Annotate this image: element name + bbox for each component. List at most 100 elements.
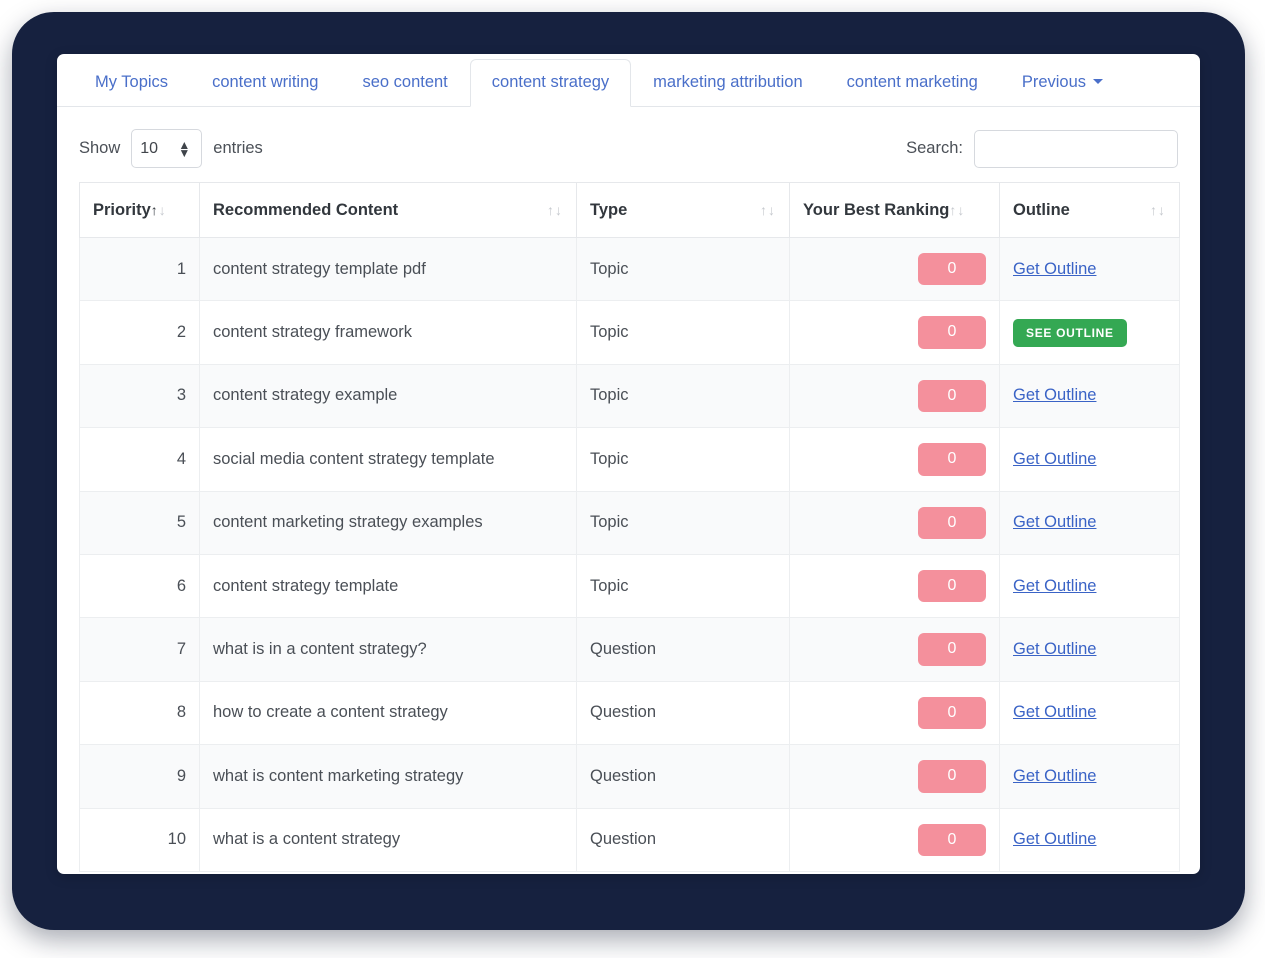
table-row: 2 content strategy framework Topic 0 SEE OUT… xyxy=(79,300,1180,365)
cell-priority: 6 xyxy=(79,553,200,619)
device-frame: My Topics content writing seo content conte… xyxy=(12,12,1245,930)
ranking-badge: 0 xyxy=(918,506,986,539)
col-header-outline[interactable]: Outline ↑↓ xyxy=(999,182,1180,238)
search-input[interactable] xyxy=(974,129,1178,168)
cell-your-best-ranking: 0 xyxy=(789,300,1000,365)
see-outline-button[interactable]: SEE OUTLINE xyxy=(1013,318,1127,347)
cell-type: Question xyxy=(576,744,790,809)
get-outline-link[interactable]: Get Outline xyxy=(1013,640,1096,658)
table-body: 1 content strategy template pdf Topic 0 Get … xyxy=(79,236,1180,872)
tab-label: marketing attribution xyxy=(653,72,803,91)
chevron-down-icon xyxy=(1093,79,1104,84)
tab-label: My Topics xyxy=(95,72,169,91)
topic-tab-bar: My Topics content writing seo content conte… xyxy=(57,54,1200,107)
col-header-label: Your Best Ranking xyxy=(803,200,950,219)
cell-priority: 4 xyxy=(79,427,200,492)
get-outline-link[interactable]: Get Outline xyxy=(1013,830,1096,848)
cell-your-best-ranking: 0 xyxy=(789,680,1000,746)
table-row: 5 content marketing strategy examples Topi… xyxy=(79,490,1180,555)
cell-outline: Get Outline xyxy=(999,680,1180,746)
cell-priority: 10 xyxy=(79,807,200,872)
tab-label: content marketing xyxy=(846,72,978,91)
cell-recommended-content: content strategy template pdf xyxy=(199,236,577,302)
table-row: 8 how to create a content strategy Questio… xyxy=(79,680,1180,746)
cell-priority: 2 xyxy=(79,300,200,365)
cell-priority: 1 xyxy=(79,236,200,302)
cell-recommended-content: content marketing strategy examples xyxy=(199,490,577,555)
col-header-your-best-ranking[interactable]: Your Best Ranking ↑↓ xyxy=(789,182,1000,238)
get-outline-link[interactable]: Get Outline xyxy=(1013,450,1096,468)
ranking-badge: 0 xyxy=(918,569,986,603)
sort-arrows-icon[interactable]: ↑↓ xyxy=(151,202,167,218)
tab-label: content writing xyxy=(212,72,319,91)
table-row: 6 content strategy template Topic 0 Get Outl… xyxy=(79,553,1180,619)
get-outline-link[interactable]: Get Outline xyxy=(1013,386,1096,404)
app-card: My Topics content writing seo content conte… xyxy=(57,54,1200,874)
get-outline-link[interactable]: Get Outline xyxy=(1013,767,1096,785)
ranking-badge: 0 xyxy=(918,633,986,666)
sort-arrows-icon[interactable]: ↑↓ xyxy=(547,202,563,218)
cell-priority: 9 xyxy=(79,744,200,809)
cell-priority: 7 xyxy=(79,617,200,682)
cell-your-best-ranking: 0 xyxy=(789,807,1000,872)
page-length-select[interactable]: 102550100 xyxy=(131,129,203,168)
tab-seo-content[interactable]: seo content xyxy=(340,59,469,107)
cell-your-best-ranking: 0 xyxy=(789,236,1000,302)
cell-recommended-content: content strategy template xyxy=(199,553,577,619)
cell-priority: 5 xyxy=(79,490,200,555)
tab-label: Previous xyxy=(1021,72,1087,91)
search-label: Search: xyxy=(906,139,963,157)
cell-your-best-ranking: 0 xyxy=(789,363,1000,429)
col-header-priority[interactable]: Priority ↑↓ xyxy=(79,182,200,238)
cell-outline: Get Outline xyxy=(999,807,1180,872)
cell-outline: Get Outline xyxy=(999,617,1180,682)
tab-label: content strategy xyxy=(491,72,610,91)
table-header-row: Priority ↑↓ Recommended Content ↑↓ Type ↑↓ You… xyxy=(79,182,1180,238)
cell-outline: Get Outline xyxy=(999,553,1180,619)
ranking-badge: 0 xyxy=(918,760,986,793)
cell-type: Question xyxy=(576,807,790,872)
sort-arrows-icon[interactable]: ↑↓ xyxy=(949,202,965,218)
cell-outline: Get Outline xyxy=(999,490,1180,555)
ranking-badge: 0 xyxy=(918,823,986,856)
cell-type: Question xyxy=(576,617,790,682)
get-outline-link[interactable]: Get Outline xyxy=(1013,703,1096,721)
col-header-label: Type xyxy=(590,200,628,219)
cell-recommended-content: content strategy example xyxy=(199,363,577,429)
tab-my-topics[interactable]: My Topics xyxy=(73,59,190,107)
search-control: Search: xyxy=(906,129,1178,168)
col-header-label: Recommended Content xyxy=(213,200,399,219)
tab-marketing-attribution[interactable]: marketing attribution xyxy=(631,59,825,107)
page-length-select-wrap: 102550100 ▲▼ xyxy=(131,129,203,168)
cell-recommended-content: what is in a content strategy? xyxy=(199,617,577,682)
ranking-badge: 0 xyxy=(918,253,986,286)
tab-content-writing[interactable]: content writing xyxy=(190,59,340,107)
cell-recommended-content: what is a content strategy xyxy=(199,807,577,872)
ranking-badge: 0 xyxy=(918,443,986,476)
cell-recommended-content: content strategy framework xyxy=(199,300,577,365)
get-outline-link[interactable]: Get Outline xyxy=(1013,577,1096,595)
table-container: Priority ↑↓ Recommended Content ↑↓ Type ↑↓ You… xyxy=(57,182,1200,872)
cell-recommended-content: how to create a content strategy xyxy=(199,680,577,746)
sort-arrows-icon[interactable]: ↑↓ xyxy=(1150,202,1166,218)
table-footer: Showing 1 to 10 of 100 entries Previous1… xyxy=(57,872,1200,874)
sort-arrows-icon[interactable]: ↑↓ xyxy=(760,202,776,218)
cell-your-best-ranking: 0 xyxy=(789,427,1000,492)
col-header-type[interactable]: Type ↑↓ xyxy=(576,182,790,238)
get-outline-link[interactable]: Get Outline xyxy=(1013,513,1096,531)
table-row: 3 content strategy example Topic 0 Get Outli… xyxy=(79,363,1180,429)
tab-previous[interactable]: Previous xyxy=(1000,59,1121,107)
col-header-recommended-content[interactable]: Recommended Content ↑↓ xyxy=(199,182,577,238)
recommended-content-table: Priority ↑↓ Recommended Content ↑↓ Type ↑↓ You… xyxy=(79,182,1180,872)
table-controls: Show 102550100 ▲▼ entries Search: xyxy=(57,107,1200,182)
tab-content-marketing[interactable]: content marketing xyxy=(825,59,1000,107)
cell-type: Topic xyxy=(576,553,790,619)
ranking-badge: 0 xyxy=(918,696,986,730)
cell-type: Topic xyxy=(576,236,790,302)
cell-outline: Get Outline xyxy=(999,744,1180,809)
get-outline-link[interactable]: Get Outline xyxy=(1013,260,1096,278)
cell-type: Topic xyxy=(576,363,790,429)
cell-your-best-ranking: 0 xyxy=(789,617,1000,682)
tab-content-strategy[interactable]: content strategy xyxy=(469,58,632,107)
show-label: Show xyxy=(79,139,121,157)
